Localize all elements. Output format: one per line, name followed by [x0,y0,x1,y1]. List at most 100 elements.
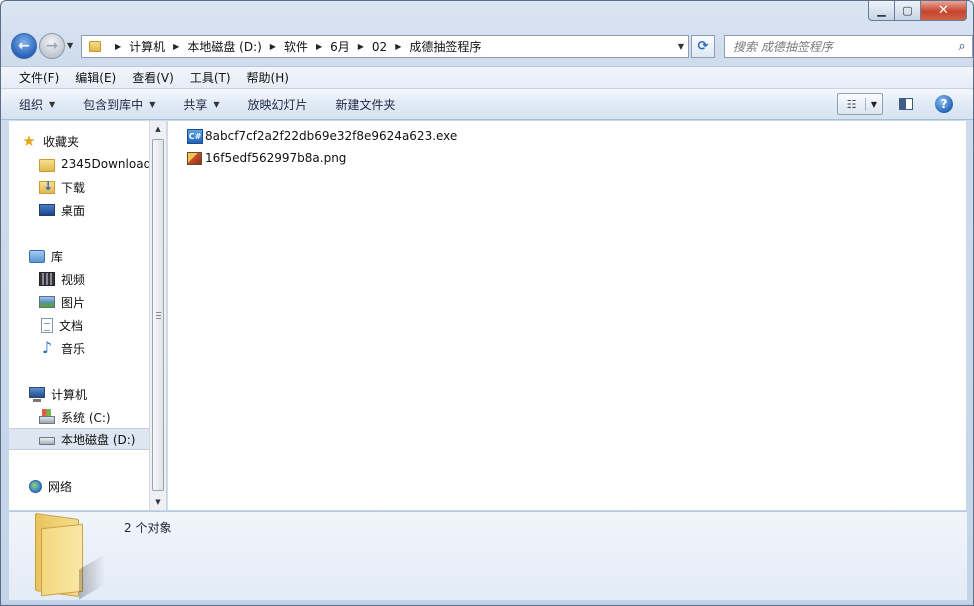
sidebar-item-drive-d[interactable]: 本地磁盘 (D:) [9,428,149,450]
scrollbar-thumb[interactable] [152,139,164,491]
address-bar[interactable]: ▶ 计算机 ▶ 本地磁盘 (D:) ▶ 软件 ▶ 6月 ▶ 02 ▶ 成德抽签程… [81,35,689,58]
menu-bar: 文件(F) 编辑(E) 查看(V) 工具(T) 帮助(H) [1,66,973,89]
network-icon [29,479,42,493]
sidebar-item-2345downloads[interactable]: 2345Downloads [9,153,149,175]
share-label: 共享 [183,97,208,112]
hard-drive-icon [39,437,55,445]
preview-pane-icon [899,98,913,110]
sidebar-item-favorites[interactable]: ★ 收藏夹 [9,130,149,152]
back-button[interactable]: ← [11,33,37,59]
image-file-icon [187,151,202,165]
window-controls: ▁ ▢ ✕ [868,1,967,21]
slideshow-button[interactable]: 放映幻灯片 [248,96,308,113]
minimize-button[interactable]: ▁ [868,1,895,21]
search-icon[interactable]: ⌕ [952,39,972,54]
navigation-pane: ★ 收藏夹 2345Downloads 下载 桌面 库 视频 图片 [9,121,149,510]
menu-help[interactable]: 帮助(H) [239,69,297,86]
library-icon [29,249,45,263]
include-in-library-label: 包含到库中 [83,97,144,112]
chevron-down-icon: ▼ [49,99,56,109]
desktop-icon [39,204,55,216]
forward-button[interactable]: → [39,33,65,59]
help-icon[interactable]: ? [935,95,953,113]
search-input[interactable] [725,36,952,57]
system-drive-icon [39,409,55,424]
chevron-right-icon[interactable]: ▶ [173,42,179,51]
sidebar-item-network[interactable]: 网络 [9,475,149,497]
search-box[interactable]: ⌕ [724,35,973,58]
sidebar-item-label: 本地磁盘 (D:) [61,432,136,447]
computer-icon [29,387,45,402]
item-count: 2 个对象 [124,521,172,535]
sidebar-item-label: 计算机 [51,387,88,402]
sidebar-item-drive-c[interactable]: 系统 (C:) [9,406,149,428]
chevron-down-icon[interactable]: ▼ [866,100,882,109]
back-arrow-icon: ← [18,38,30,54]
include-in-library-button[interactable]: 包含到库中 ▼ [83,96,155,113]
slideshow-label: 放映幻灯片 [247,97,308,112]
chevron-right-icon[interactable]: ▶ [270,42,276,51]
document-library-icon [41,317,53,333]
menu-edit[interactable]: 编辑(E) [67,69,124,86]
breadcrumb-june[interactable]: 6月 [330,38,350,55]
refresh-button[interactable]: ⟳ [691,35,715,58]
chevron-right-icon[interactable]: ▶ [115,42,121,51]
sidebar-item-libraries[interactable]: 库 [9,245,149,267]
new-folder-button[interactable]: 新建文件夹 [336,96,396,113]
scroll-down-arrow-icon[interactable]: ▼ [150,494,166,510]
address-history-dropdown-icon[interactable]: ▼ [678,42,684,51]
close-icon: ✕ [938,3,949,18]
sidebar-item-desktop[interactable]: 桌面 [9,199,149,221]
sidebar-item-music[interactable]: ♪ 音乐 [9,337,149,359]
breadcrumb-drive-d[interactable]: 本地磁盘 (D:) [187,38,261,55]
share-button[interactable]: 共享 ▼ [183,96,219,113]
sidebar-item-label: 网络 [48,479,73,494]
change-view-button[interactable]: ☷ ▼ [837,93,883,115]
exe-file-icon: C# [187,128,203,144]
breadcrumb-current-folder[interactable]: 成德抽签程序 [409,38,481,55]
maximize-button[interactable]: ▢ [895,1,921,21]
recent-pages-dropdown-icon[interactable]: ▼ [67,41,73,50]
organize-button[interactable]: 组织 ▼ [19,96,55,113]
sidebar-item-label: 收藏夹 [43,134,80,149]
details-pane: 2 个对象 [9,511,967,600]
sidebar-item-videos[interactable]: 视频 [9,268,149,290]
menu-view[interactable]: 查看(V) [124,69,182,86]
navigation-row: ← → ▼ ▶ 计算机 ▶ 本地磁盘 (D:) ▶ 软件 ▶ 6月 ▶ 02 ▶… [9,33,973,59]
breadcrumb-software[interactable]: 软件 [284,38,308,55]
list-item[interactable]: C# 8abcf7cf2a2f22db69e32f8e9624a623.exe [187,126,457,146]
explorer-window: ▁ ▢ ✕ ← → ▼ ▶ 计算机 ▶ 本地磁盘 (D:) ▶ 软件 ▶ 6月 … [0,0,974,606]
sidebar-item-computer[interactable]: 计算机 [9,383,149,405]
sidebar-item-label: 系统 (C:) [61,410,111,425]
breadcrumb-computer[interactable]: 计算机 [129,38,165,55]
command-bar: 组织 ▼ 包含到库中 ▼ 共享 ▼ 放映幻灯片 新建文件夹 ☷ ▼ ? [1,89,973,120]
menu-file[interactable]: 文件(F) [11,69,67,86]
refresh-icon: ⟳ [697,39,709,54]
chevron-down-icon: ▼ [213,99,220,109]
scroll-up-arrow-icon[interactable]: ▲ [150,121,166,137]
video-library-icon [39,272,55,286]
new-folder-label: 新建文件夹 [335,97,396,112]
minimize-icon: ▁ [877,4,886,17]
list-item[interactable]: 16f5edf562997b8a.png [187,148,346,168]
file-name: 16f5edf562997b8a.png [205,151,347,165]
sidebar-item-label: 图片 [61,295,86,310]
chevron-right-icon[interactable]: ▶ [316,42,322,51]
chevron-right-icon[interactable]: ▶ [358,42,364,51]
chevron-right-icon[interactable]: ▶ [395,42,401,51]
file-name: 8abcf7cf2a2f22db69e32f8e9624a623.exe [205,129,458,143]
view-details-icon[interactable]: ☷ [838,97,866,111]
menu-tools[interactable]: 工具(T) [182,69,239,86]
preview-pane-button[interactable] [895,93,917,115]
sidebar-item-label: 文档 [59,318,84,333]
sidebar-item-documents[interactable]: 文档 [9,314,149,336]
star-icon: ★ [22,132,36,150]
sidebar-item-downloads[interactable]: 下载 [9,176,149,198]
close-button[interactable]: ✕ [921,1,967,21]
music-library-icon: ♪ [41,338,53,357]
sidebar-item-pictures[interactable]: 图片 [9,291,149,313]
navigation-pane-scrollbar[interactable]: ▲ ▼ [149,121,166,510]
breadcrumb: ▶ 计算机 ▶ 本地磁盘 (D:) ▶ 软件 ▶ 6月 ▶ 02 ▶ 成德抽签程… [107,38,481,55]
sidebar-item-label: 库 [51,249,64,264]
breadcrumb-02[interactable]: 02 [372,40,387,54]
